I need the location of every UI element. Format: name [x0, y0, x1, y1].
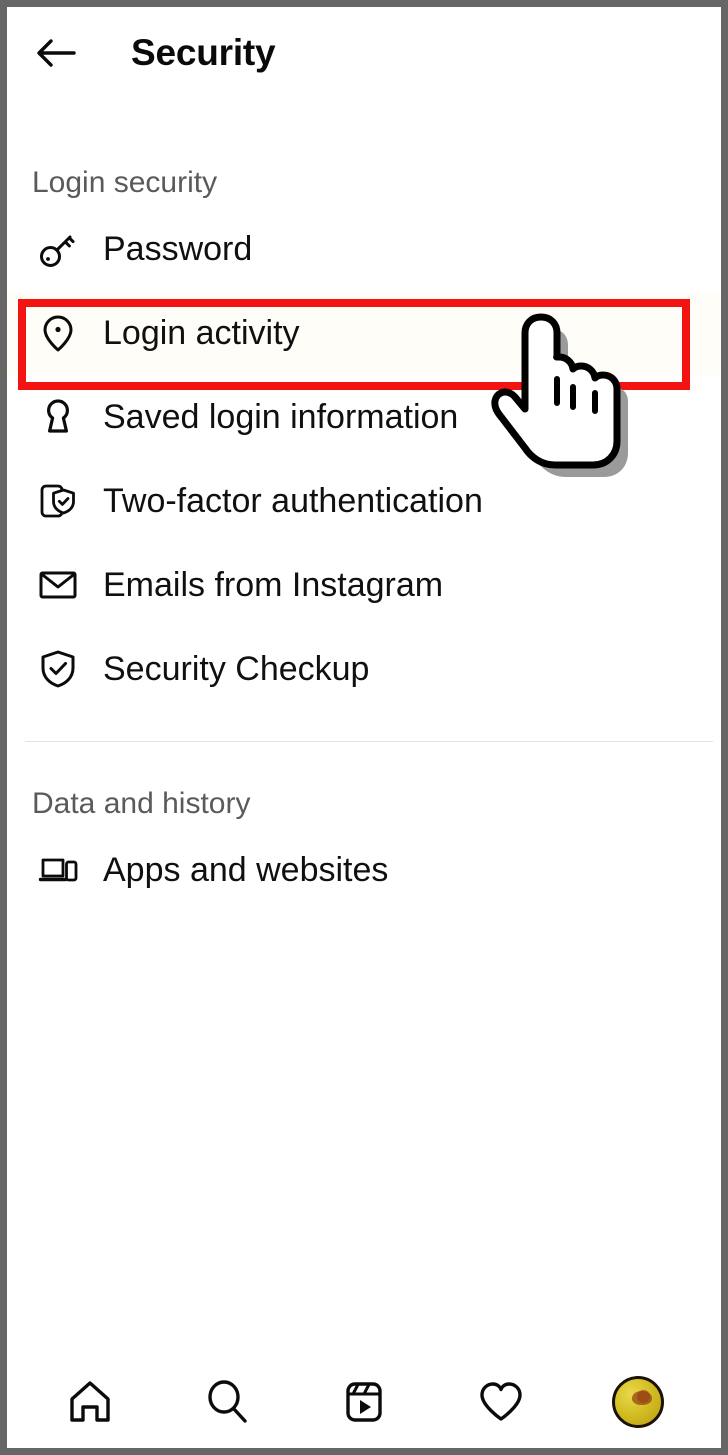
laptop-phone-icon — [35, 847, 81, 893]
settings-content: Login security Password Login activity S… — [7, 159, 721, 912]
keyhole-icon — [35, 394, 81, 440]
bottom-navigation-bar — [7, 1356, 721, 1448]
menu-item-label: Apps and websites — [103, 850, 389, 889]
menu-item-two-factor-authentication[interactable]: Two-factor authentication — [7, 459, 721, 543]
search-icon — [208, 1380, 247, 1423]
menu-list-login-security: Password Login activity Saved login info… — [7, 207, 721, 711]
menu-item-label: Password — [103, 229, 253, 268]
envelope-icon — [35, 562, 81, 608]
menu-item-label: Login activity — [103, 313, 300, 352]
menu-item-security-checkup[interactable]: Security Checkup — [7, 627, 721, 711]
arrow-left-icon — [37, 39, 76, 67]
nav-profile-button[interactable] — [602, 1366, 674, 1438]
menu-item-label: Security Checkup — [103, 649, 370, 688]
page-title: Security — [131, 32, 276, 73]
nav-home-button[interactable] — [54, 1366, 126, 1438]
shield-check-icon — [35, 646, 81, 692]
app-header: Security — [7, 7, 721, 99]
phone-shield-check-icon — [35, 478, 81, 524]
menu-list-data-and-history: Apps and websites — [7, 828, 721, 912]
menu-item-label: Two-factor authentication — [103, 481, 483, 520]
menu-item-label: Emails from Instagram — [103, 565, 444, 604]
nav-search-button[interactable] — [191, 1366, 263, 1438]
back-button[interactable] — [25, 22, 87, 84]
menu-item-apps-and-websites[interactable]: Apps and websites — [7, 828, 721, 912]
location-pin-icon — [35, 310, 81, 356]
section-header-login-security: Login security — [32, 166, 218, 199]
menu-item-emails-from-instagram[interactable]: Emails from Instagram — [7, 543, 721, 627]
section-divider — [25, 741, 713, 742]
menu-item-saved-login-information[interactable]: Saved login information — [7, 375, 721, 459]
key-icon — [35, 226, 81, 272]
profile-avatar — [612, 1376, 665, 1428]
home-icon — [69, 1381, 110, 1422]
heart-icon — [480, 1382, 522, 1421]
menu-item-label: Saved login information — [103, 397, 459, 436]
phone-screen: Security Login security Password Login a… — [0, 0, 728, 1455]
nav-reels-button[interactable] — [328, 1366, 400, 1438]
section-header-data-and-history: Data and history — [32, 787, 251, 820]
nav-activity-button[interactable] — [465, 1366, 537, 1438]
menu-item-password[interactable]: Password — [7, 207, 721, 291]
menu-item-login-activity[interactable]: Login activity — [7, 291, 721, 375]
reels-icon — [346, 1382, 382, 1422]
